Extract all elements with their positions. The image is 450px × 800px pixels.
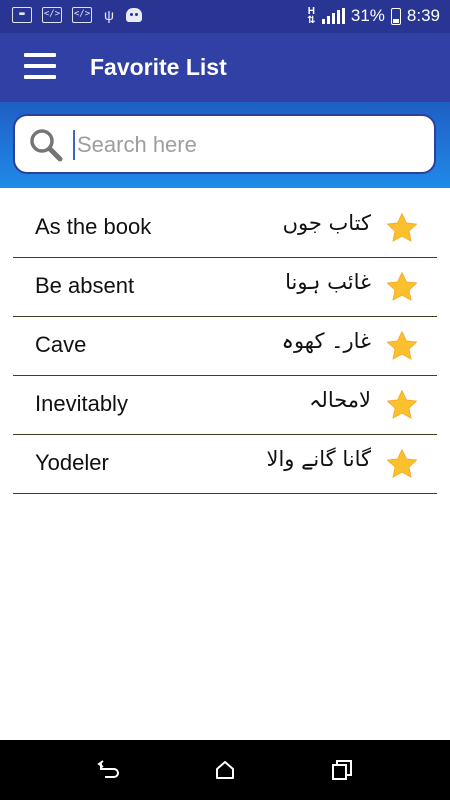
- star-icon[interactable]: [385, 447, 419, 481]
- android-debug-icon: [126, 8, 142, 22]
- star-icon[interactable]: [385, 388, 419, 422]
- battery-percentage: 31%: [350, 6, 385, 25]
- star-icon[interactable]: [385, 329, 419, 363]
- notification-icons: ▬ </> </> ψ: [12, 7, 142, 23]
- urdu-meaning: کتاب جوں: [282, 211, 371, 235]
- hamburger-icon[interactable]: [24, 51, 56, 81]
- english-word: As the book: [35, 214, 152, 239]
- home-icon[interactable]: [213, 758, 237, 782]
- list-item[interactable]: Inevitably لامحالہ: [13, 376, 437, 435]
- english-word: Inevitably: [35, 391, 128, 416]
- list-item[interactable]: As the book کتاب جوں: [13, 199, 437, 258]
- list-item[interactable]: Be absent غائب ہونا: [13, 258, 437, 317]
- search-box[interactable]: [13, 114, 436, 174]
- english-word: Yodeler: [35, 450, 109, 475]
- network-type-indicator: H ⇅: [307, 6, 316, 26]
- search-input[interactable]: [73, 130, 413, 160]
- code-notification-icon: </>: [42, 7, 62, 23]
- search-bar-container: [0, 102, 450, 188]
- back-icon[interactable]: [96, 758, 120, 782]
- page-title: Favorite List: [90, 54, 227, 80]
- search-icon: [30, 129, 63, 162]
- status-bar: ▬ </> </> ψ H ⇅ 31% 8:39: [0, 0, 450, 33]
- app-bar: Favorite List: [0, 33, 450, 102]
- star-icon[interactable]: [385, 211, 419, 245]
- code-notification-icon-2: </>: [72, 7, 92, 23]
- urdu-meaning: غائب ہونا: [285, 270, 371, 294]
- urdu-meaning: غار۔ کھوہ: [281, 329, 371, 353]
- star-icon[interactable]: [385, 270, 419, 304]
- recents-icon[interactable]: [330, 758, 354, 782]
- usb-icon: ψ: [104, 7, 114, 23]
- battery-icon: [390, 7, 401, 25]
- english-word: Cave: [35, 332, 87, 357]
- clock: 8:39: [406, 6, 440, 25]
- english-word: Be absent: [35, 273, 135, 298]
- image-notification-icon: ▬: [12, 7, 32, 23]
- system-status: H ⇅ 31% 8:39: [307, 6, 440, 26]
- urdu-meaning: لامحالہ: [309, 388, 371, 412]
- navigation-bar: [0, 740, 450, 800]
- list-item[interactable]: Cave غار۔ کھوہ: [13, 317, 437, 376]
- favorites-list: As the book کتاب جوں Be absent غائب ہونا…: [13, 199, 437, 494]
- urdu-meaning: گانا گانے والا: [266, 447, 372, 471]
- signal-strength-icon: [321, 8, 345, 24]
- list-item[interactable]: Yodeler گانا گانے والا: [13, 435, 437, 494]
